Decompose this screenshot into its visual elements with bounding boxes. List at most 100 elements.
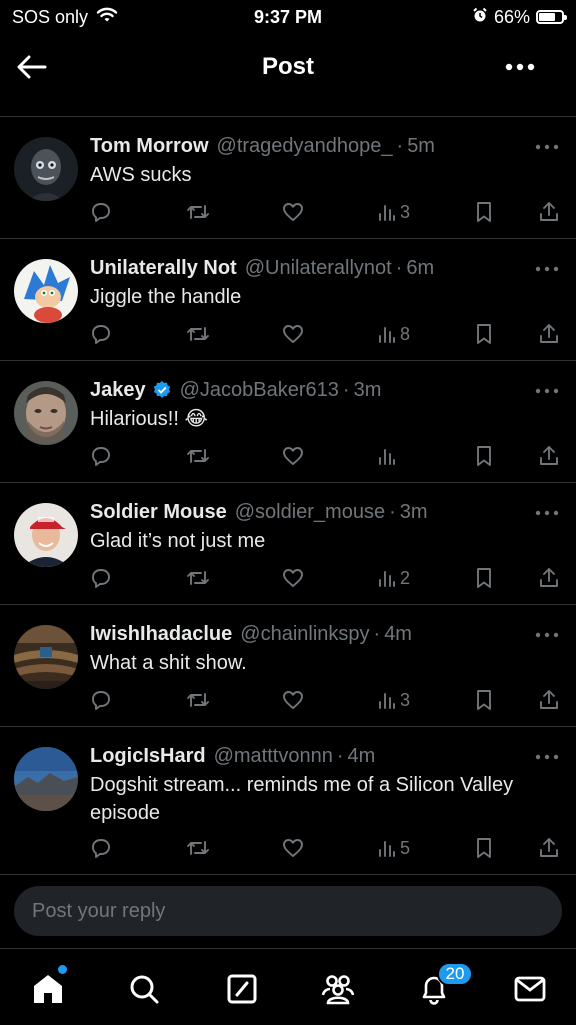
comment-button[interactable] xyxy=(90,564,112,592)
reply-timestamp[interactable]: 4m xyxy=(348,743,376,769)
battery-percent: 66% xyxy=(493,6,530,27)
battery-icon xyxy=(536,10,567,24)
like-button[interactable] xyxy=(282,442,304,470)
reply-header: Soldier Mouse @soldier_mouse · 3m xyxy=(90,499,556,525)
tab-grok[interactable] xyxy=(222,969,262,1009)
heart-icon xyxy=(283,203,303,221)
reply-more-button[interactable] xyxy=(534,139,560,150)
reply-more-button[interactable] xyxy=(534,749,560,760)
tab-search[interactable] xyxy=(124,969,164,1009)
reply-timestamp[interactable]: 6m xyxy=(406,255,434,281)
share-button[interactable] xyxy=(538,834,560,862)
like-button[interactable] xyxy=(282,834,304,862)
bookmark-button[interactable] xyxy=(474,442,494,470)
reply-more-button[interactable] xyxy=(534,383,560,394)
comment-button[interactable] xyxy=(90,198,112,226)
repost-button[interactable] xyxy=(186,834,210,862)
avatar[interactable] xyxy=(14,259,78,323)
bookmark-button[interactable] xyxy=(474,564,494,592)
view-count: 5 xyxy=(400,837,411,858)
reply-timestamp[interactable]: 5m xyxy=(407,133,435,159)
bookmark-button[interactable] xyxy=(474,686,494,714)
reply-input[interactable]: Post your reply xyxy=(14,886,562,936)
bookmark-button[interactable] xyxy=(474,834,494,862)
author-name[interactable]: Unilaterally Not xyxy=(90,255,237,281)
reply-item[interactable]: LogicIsHard @matttvonnn · 4m Dogshit str… xyxy=(0,727,576,875)
avatar[interactable] xyxy=(14,137,78,201)
reply-item[interactable]: Jakey @JacobBaker613 · 3m Hilarious!! 😂 xyxy=(0,361,576,483)
view-count: 3 xyxy=(400,689,411,710)
author-handle[interactable]: @soldier_mouse xyxy=(235,499,385,525)
views-button[interactable] xyxy=(378,442,400,470)
share-button[interactable] xyxy=(538,320,560,348)
reply-more-button[interactable] xyxy=(534,261,560,272)
reply-text: Hilarious!! 😂 xyxy=(90,408,208,430)
comment-button[interactable] xyxy=(90,834,112,862)
reply-item[interactable]: Tom Morrow @tragedyandhope_ · 5m AWS suc… xyxy=(0,117,576,239)
notifications-badge: 20 xyxy=(437,962,473,986)
avatar[interactable] xyxy=(14,381,78,445)
reply-content: Soldier Mouse @soldier_mouse · 3m Glad i… xyxy=(90,499,556,555)
repost-button[interactable] xyxy=(186,198,210,226)
author-handle[interactable]: @tragedyandhope_ xyxy=(217,133,393,159)
tab-communities[interactable] xyxy=(318,969,358,1009)
reply-text: Dogshit stream... reminds me of a Silico… xyxy=(90,774,514,824)
share-button[interactable] xyxy=(538,198,560,226)
comment-button[interactable] xyxy=(90,320,112,348)
views-button[interactable]: 5 xyxy=(378,834,410,862)
comment-button[interactable] xyxy=(90,686,112,714)
separator-dot: · xyxy=(396,135,404,157)
share-button[interactable] xyxy=(538,442,560,470)
views-button[interactable]: 3 xyxy=(378,198,410,226)
carrier-label: SOS only xyxy=(12,6,89,27)
reply-more-button[interactable] xyxy=(534,505,560,516)
author-handle[interactable]: @JacobBaker613 xyxy=(180,377,339,403)
repost-button[interactable] xyxy=(186,686,210,714)
comment-icon xyxy=(92,447,110,466)
views-button[interactable]: 8 xyxy=(378,320,410,348)
repost-button[interactable] xyxy=(186,564,210,592)
author-name[interactable]: Soldier Mouse xyxy=(90,499,227,525)
like-button[interactable] xyxy=(282,564,304,592)
reply-timestamp[interactable]: 4m xyxy=(384,621,412,647)
reply-actions: 3 xyxy=(88,686,562,714)
comment-button[interactable] xyxy=(90,442,112,470)
repost-button[interactable] xyxy=(186,442,210,470)
author-name[interactable]: IwishIhadaclue xyxy=(90,621,232,647)
reply-more-button[interactable] xyxy=(534,627,560,638)
author-handle[interactable]: @Unilaterallynot xyxy=(245,255,392,281)
author-name[interactable]: Jakey xyxy=(90,377,146,403)
reply-content: LogicIsHard @matttvonnn · 4m Dogshit str… xyxy=(90,743,556,827)
back-button[interactable] xyxy=(14,49,50,85)
views-button[interactable]: 2 xyxy=(378,564,410,592)
repost-button[interactable] xyxy=(186,320,210,348)
author-name[interactable]: Tom Morrow xyxy=(90,133,209,159)
reply-actions: 3 xyxy=(88,198,562,226)
more-options-button[interactable] xyxy=(502,49,538,85)
reply-timestamp[interactable]: 3m xyxy=(354,377,382,403)
author-name[interactable]: LogicIsHard xyxy=(90,743,206,769)
like-button[interactable] xyxy=(282,686,304,714)
tab-messages[interactable] xyxy=(510,969,550,1009)
bookmark-button[interactable] xyxy=(474,198,494,226)
avatar[interactable] xyxy=(14,747,78,811)
author-handle[interactable]: @matttvonnn xyxy=(214,743,333,769)
like-button[interactable] xyxy=(282,320,304,348)
battery-level xyxy=(539,13,555,21)
status-left: SOS only xyxy=(12,7,118,28)
reply-item[interactable]: Unilaterally Not @Unilaterallynot · 6m J… xyxy=(0,239,576,361)
share-button[interactable] xyxy=(538,564,560,592)
like-button[interactable] xyxy=(282,198,304,226)
separator-dot: · xyxy=(342,379,350,401)
bookmark-button[interactable] xyxy=(474,320,494,348)
avatar[interactable] xyxy=(14,503,78,567)
reply-item[interactable]: IwishIhadaclue @chainlinkspy · 4m What a… xyxy=(0,605,576,727)
view-count: 8 xyxy=(400,323,411,344)
avatar[interactable] xyxy=(14,625,78,689)
reply-actions: 5 xyxy=(88,834,562,862)
reply-item[interactable]: Soldier Mouse @soldier_mouse · 3m Glad i… xyxy=(0,483,576,605)
views-button[interactable]: 3 xyxy=(378,686,410,714)
author-handle[interactable]: @chainlinkspy xyxy=(240,621,369,647)
reply-timestamp[interactable]: 3m xyxy=(400,499,428,525)
share-button[interactable] xyxy=(538,686,560,714)
